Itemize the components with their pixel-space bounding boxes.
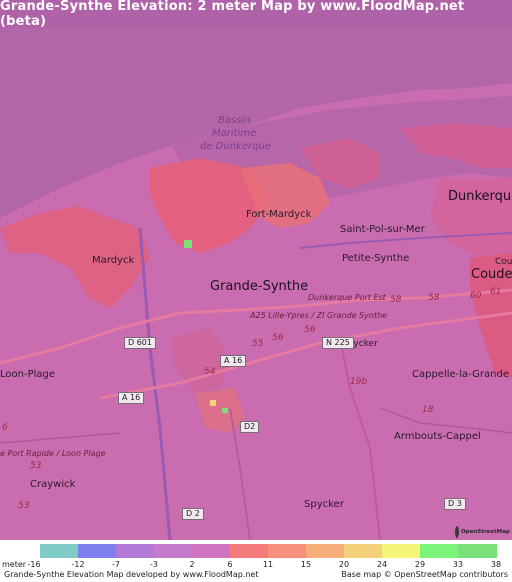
legend-swatch [382, 544, 421, 558]
shield-n225: N 225 [322, 337, 354, 349]
route-number: 6 [2, 423, 8, 433]
legend-swatch [154, 544, 193, 558]
place-craywick[interactable]: Craywick [30, 480, 75, 490]
route-number: 53 [30, 461, 42, 471]
legend-swatch [116, 544, 155, 558]
water-label-line-1: Bassin [218, 115, 251, 126]
route-number: 19b [350, 377, 368, 387]
water-label-line-3: de Dunkerque [200, 141, 271, 152]
legend-swatch [458, 544, 497, 558]
road-label-a25: A25 Lille-Ypres / ZI Grande Synthe [250, 311, 388, 320]
elevation-map[interactable]: Bassin Maritime de Dunkerque Fort-Mardyc… [0, 28, 512, 540]
place-grande-synthe[interactable]: Grande-Synthe [210, 280, 308, 293]
shield-d601: D 601 [124, 337, 156, 349]
legend-swatch [192, 544, 231, 558]
elevation-legend: meter -16 -12 -7 -3 2 6 11 15 20 24 29 33 38 [0, 540, 512, 569]
route-number: 18 [422, 405, 434, 415]
route-number: 56 [272, 333, 284, 343]
route-number: 58 [390, 295, 402, 305]
place-armbouts[interactable]: Armbouts-Cappel [394, 432, 481, 442]
place-coude-small[interactable]: Coude [495, 258, 512, 267]
place-saint-pol[interactable]: Saint-Pol-sur-Mer [340, 225, 425, 235]
shield-d3: D 3 [444, 498, 466, 510]
shield-d2-1: D2 [240, 421, 260, 433]
route-number: 56 [304, 325, 316, 335]
place-dunkerque[interactable]: Dunkerque [448, 190, 512, 203]
place-fort-mardyck[interactable]: Fort-Mardyck [246, 210, 311, 220]
route-number: 55 [252, 339, 264, 349]
place-petite-synthe[interactable]: Petite-Synthe [342, 254, 409, 264]
legend-swatch [344, 544, 383, 558]
road-label-port-rapide: e Port Rapide / Loon Plage [0, 449, 106, 458]
road-label-port-est: Dunkerque Port Est [308, 293, 386, 302]
footer: Grande-Synthe Elevation Map developed by… [0, 568, 512, 582]
legend-swatch [40, 544, 79, 558]
place-coude[interactable]: Coude [471, 268, 512, 281]
legend-swatch [306, 544, 345, 558]
osm-logo[interactable]: OpenStreetMap [455, 524, 510, 540]
legend-swatch [78, 544, 117, 558]
legend-swatch [268, 544, 307, 558]
legend-swatch [420, 544, 459, 558]
place-mardyck[interactable]: Mardyck [92, 256, 134, 266]
osm-logo-text: OpenStreetMap [461, 529, 510, 535]
shield-a16-2: A 16 [118, 392, 145, 404]
shield-d2-2: D 2 [182, 508, 204, 520]
place-cappelle[interactable]: Cappelle-la-Grande [412, 370, 509, 380]
route-number: 53 [18, 501, 30, 511]
place-loon-plage[interactable]: Loon-Plage [0, 370, 55, 380]
water-label-line-2: Maritime [212, 128, 257, 139]
shield-a16-1: A 16 [220, 355, 247, 367]
legend-swatch [230, 544, 269, 558]
route-number: 60 [470, 291, 482, 301]
magnifier-icon [455, 526, 459, 538]
route-number: 58 [428, 293, 440, 303]
route-number: 54 [204, 367, 216, 377]
footer-basemap-credit[interactable]: Base map © OpenStreetMap contributors [341, 570, 508, 579]
page-title: Grande-Synthe Elevation: 2 meter Map by … [0, 0, 512, 29]
footer-credit[interactable]: Grande-Synthe Elevation Map developed by… [4, 570, 258, 579]
place-spycker[interactable]: Spycker [304, 500, 344, 510]
route-number: 61 [490, 287, 502, 297]
